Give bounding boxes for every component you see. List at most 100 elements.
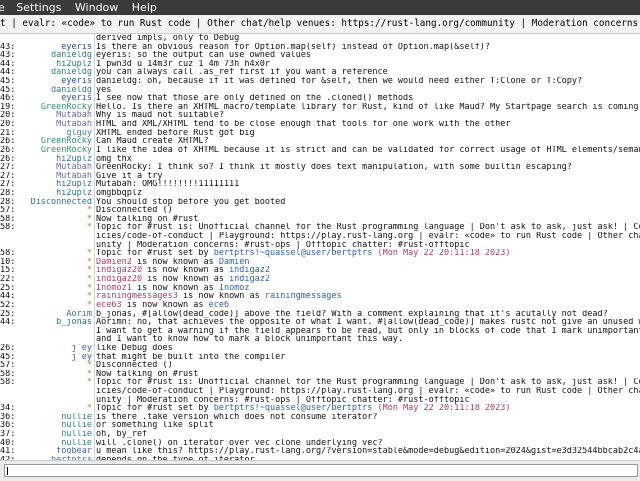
chat-line: 36:42]nullie or something like split xyxy=(0,421,640,430)
message-text: rainingmessages3 is now known as raining… xyxy=(95,292,640,301)
nick-label[interactable]: hi2uplz xyxy=(14,180,92,189)
nick-label[interactable]: nullie xyxy=(14,413,92,422)
nick-label[interactable]: foobear xyxy=(14,447,92,456)
nick-label[interactable]: eyeris xyxy=(14,77,92,86)
nick-label[interactable]: Aorim xyxy=(14,310,92,319)
timestamp: 26:50] xyxy=(0,343,14,353)
topic-set-date: (Mon May 22 20:11:18 2023) xyxy=(377,404,511,413)
chat-line: 44:29]danieldg you can always call .as_re… xyxy=(0,68,640,77)
nick-label[interactable]: Mutabah xyxy=(14,120,92,129)
message-text: unity | Moderation concerns: #rust-ops |… xyxy=(96,240,470,250)
menu-item-window[interactable]: Window xyxy=(75,0,118,15)
chat-line: 52:20]*ece63 is now known as ece6 xyxy=(0,301,640,310)
message-text: indigaz20 is now known as indigaz2 xyxy=(95,266,640,275)
message-text: omgbbqplz xyxy=(96,188,143,198)
message-text: Now talking on #rust xyxy=(96,369,199,379)
message-text: Can Maud create XHTML? xyxy=(96,137,209,146)
system-marker: * xyxy=(86,300,92,310)
new-nick: ece6 xyxy=(208,300,230,310)
nick-change-text: is now known as xyxy=(131,257,219,267)
message-text: omg thx xyxy=(96,154,132,164)
nick-label[interactable]: danieldg xyxy=(14,51,92,60)
nick-label[interactable]: Mutabah xyxy=(14,111,92,120)
nick-label[interactable]: j`ey xyxy=(14,344,92,353)
chat-line: 58:18] * Now talking on #rust xyxy=(0,215,640,224)
message-text: icies/code-of-conduct | Playground: http… xyxy=(96,232,640,241)
nick-label[interactable]: nullie xyxy=(14,421,92,430)
message-text: GreenRocky: I think so? I think it mostl… xyxy=(96,163,572,172)
chat-line: 27:15]Mutabah GreenRocky: I think so? I t… xyxy=(0,163,640,172)
chat-line: 26:47]GreenRocky I like the idea of XHTML… xyxy=(0,146,640,155)
message-text: I like the idea of XHTML because it is s… xyxy=(96,145,640,155)
timestamp: 57:58] xyxy=(0,361,14,370)
nick-label[interactable]: nullie xyxy=(14,430,92,439)
timestamp: 26:49] xyxy=(0,154,14,164)
message-text: Topic for #rust is: Unofficial channel f… xyxy=(96,223,640,233)
message-text: that might be built into the compiler xyxy=(96,352,286,362)
message-text: Now talking on #rust xyxy=(96,214,199,224)
chat-line: 28:33]Disconnected You should stop before… xyxy=(0,198,640,207)
nick-label[interactable]: Mutabah xyxy=(14,172,92,181)
chat-line: 28:02]hi2uplz omgbbqplz xyxy=(0,189,640,198)
topic-set-text: Topic for #rust set by xyxy=(96,249,214,258)
timestamp: 40:59] xyxy=(0,438,14,448)
channel-topic-bar[interactable]: t | evalr: «code» to run Rust code | Oth… xyxy=(0,15,640,34)
chat-line: 46:42]eyeris I see now that those are onl… xyxy=(0,94,640,103)
topic-set-date: (Mon May 22 20:11:18 2023) xyxy=(377,249,511,258)
message-text: is there .take version which does not co… xyxy=(96,412,378,422)
timestamp: 36:26] xyxy=(0,412,14,422)
system-marker: * xyxy=(86,206,92,215)
text-caret xyxy=(7,467,8,475)
system-marker: * xyxy=(86,378,92,387)
menu-item-help[interactable]: Help xyxy=(132,0,157,15)
timestamp: 20:30] xyxy=(0,111,14,121)
timestamp: 58:18] xyxy=(0,378,14,387)
nick-label[interactable]: Mutabah xyxy=(14,163,92,172)
message-text: 1 pwn3d u 14m3r cuz 1 4m 73h h4x0r xyxy=(96,59,270,69)
old-nick: Inomoz1 xyxy=(96,283,132,293)
timestamp: 20:58] xyxy=(0,120,14,129)
chat-log[interactable]: derived impls, only to Debug43:55]eyeris… xyxy=(0,34,640,460)
timestamp: 45:51] xyxy=(0,352,14,362)
nick-label[interactable]: j`ey xyxy=(14,353,92,362)
nick-label[interactable]: b_jonas xyxy=(14,318,92,327)
timestamp: 27:54] xyxy=(0,180,14,189)
menu-item-file[interactable]: e xyxy=(0,0,5,15)
nick-label[interactable]: GreenRocky xyxy=(14,137,92,146)
chat-line: 41:52]foobear u mean like this? https://p… xyxy=(0,447,640,456)
message-text: Hello. Is there an XHTML macro/template … xyxy=(96,102,640,112)
chat-line: 58:18] * Now talking on #rust xyxy=(0,370,640,379)
message-text: ece63 is now known as ece6 xyxy=(95,301,640,310)
timestamp: 57:58] xyxy=(0,206,14,215)
chat-line: 44:15]hi2uplz 1 pwn3d u 14m3r cuz 1 4m 73… xyxy=(0,60,640,69)
message-text: Give it a try xyxy=(96,171,163,181)
topic-setter: bertptrs!~quassel@user/bertptrs xyxy=(213,404,373,413)
nick-label[interactable]: danieldg xyxy=(14,68,92,77)
nick-label[interactable]: eyeris xyxy=(14,43,92,52)
nick-label[interactable]: Disconnected xyxy=(14,198,92,207)
timestamp: 44:29] xyxy=(0,68,14,78)
nick-label[interactable]: hi2uplz xyxy=(14,189,92,198)
nick-label[interactable]: glguy xyxy=(14,129,92,138)
new-nick: Inomoz xyxy=(218,283,250,293)
nick-label[interactable]: hi2uplz xyxy=(14,60,92,69)
nick-label[interactable]: danieldg xyxy=(14,86,92,95)
message-text: like Debug does xyxy=(96,343,173,353)
chat-line: unity | Moderation concerns: #rust-ops |… xyxy=(0,396,640,405)
nick-label[interactable]: GreenRocky xyxy=(14,103,92,112)
menu-item-settings[interactable]: Settings xyxy=(16,0,61,15)
nick-label[interactable]: nullie xyxy=(14,439,92,448)
message-input[interactable] xyxy=(4,464,638,477)
system-marker: * xyxy=(86,266,92,276)
nick-label[interactable]: hi2uplz xyxy=(14,155,92,164)
message-text: Disconnected () xyxy=(96,206,173,215)
chat-line: 26:20]GreenRocky Can Maud create XHTML? xyxy=(0,137,640,146)
message-text: and I want to know how to mark a block u… xyxy=(96,335,404,344)
chat-line: 40:59]nullie will .clone() on iterator ov… xyxy=(0,439,640,448)
chat-line: icies/code-of-conduct | Playground: http… xyxy=(0,232,640,241)
timestamp: 41:52] xyxy=(0,447,14,456)
nick-label[interactable]: eyeris xyxy=(14,94,92,103)
nick-label[interactable]: GreenRocky xyxy=(14,146,92,155)
menu-bar: e Settings Window Help xyxy=(0,0,640,15)
chat-line: 36:26]nullie is there .take version which… xyxy=(0,413,640,422)
